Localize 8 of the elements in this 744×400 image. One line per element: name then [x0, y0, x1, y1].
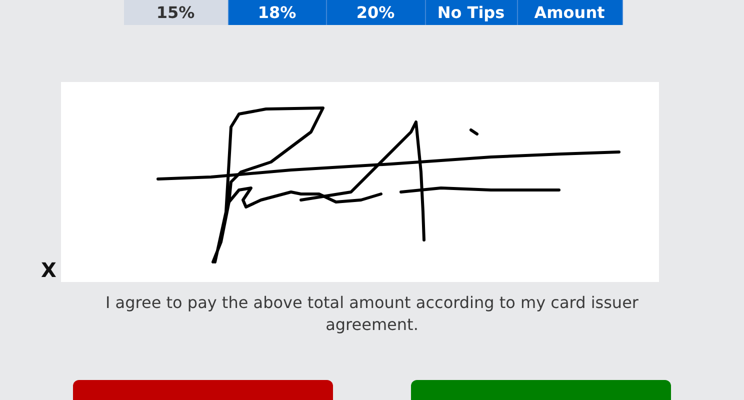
signature-marker: X	[41, 258, 58, 282]
tip-option-tab[interactable]: No Tips	[426, 0, 518, 25]
tip-option-tab[interactable]: 20%	[326, 0, 426, 25]
agreement-text: I agree to pay the above total amount according to my card issuer agreement.	[104, 292, 640, 336]
tip-option-tab[interactable]: 18%	[228, 0, 326, 25]
signature-pad[interactable]	[61, 82, 659, 282]
tip-option-tab[interactable]: Amount	[518, 0, 622, 25]
tip-option-tab[interactable]: 15%	[124, 0, 228, 25]
